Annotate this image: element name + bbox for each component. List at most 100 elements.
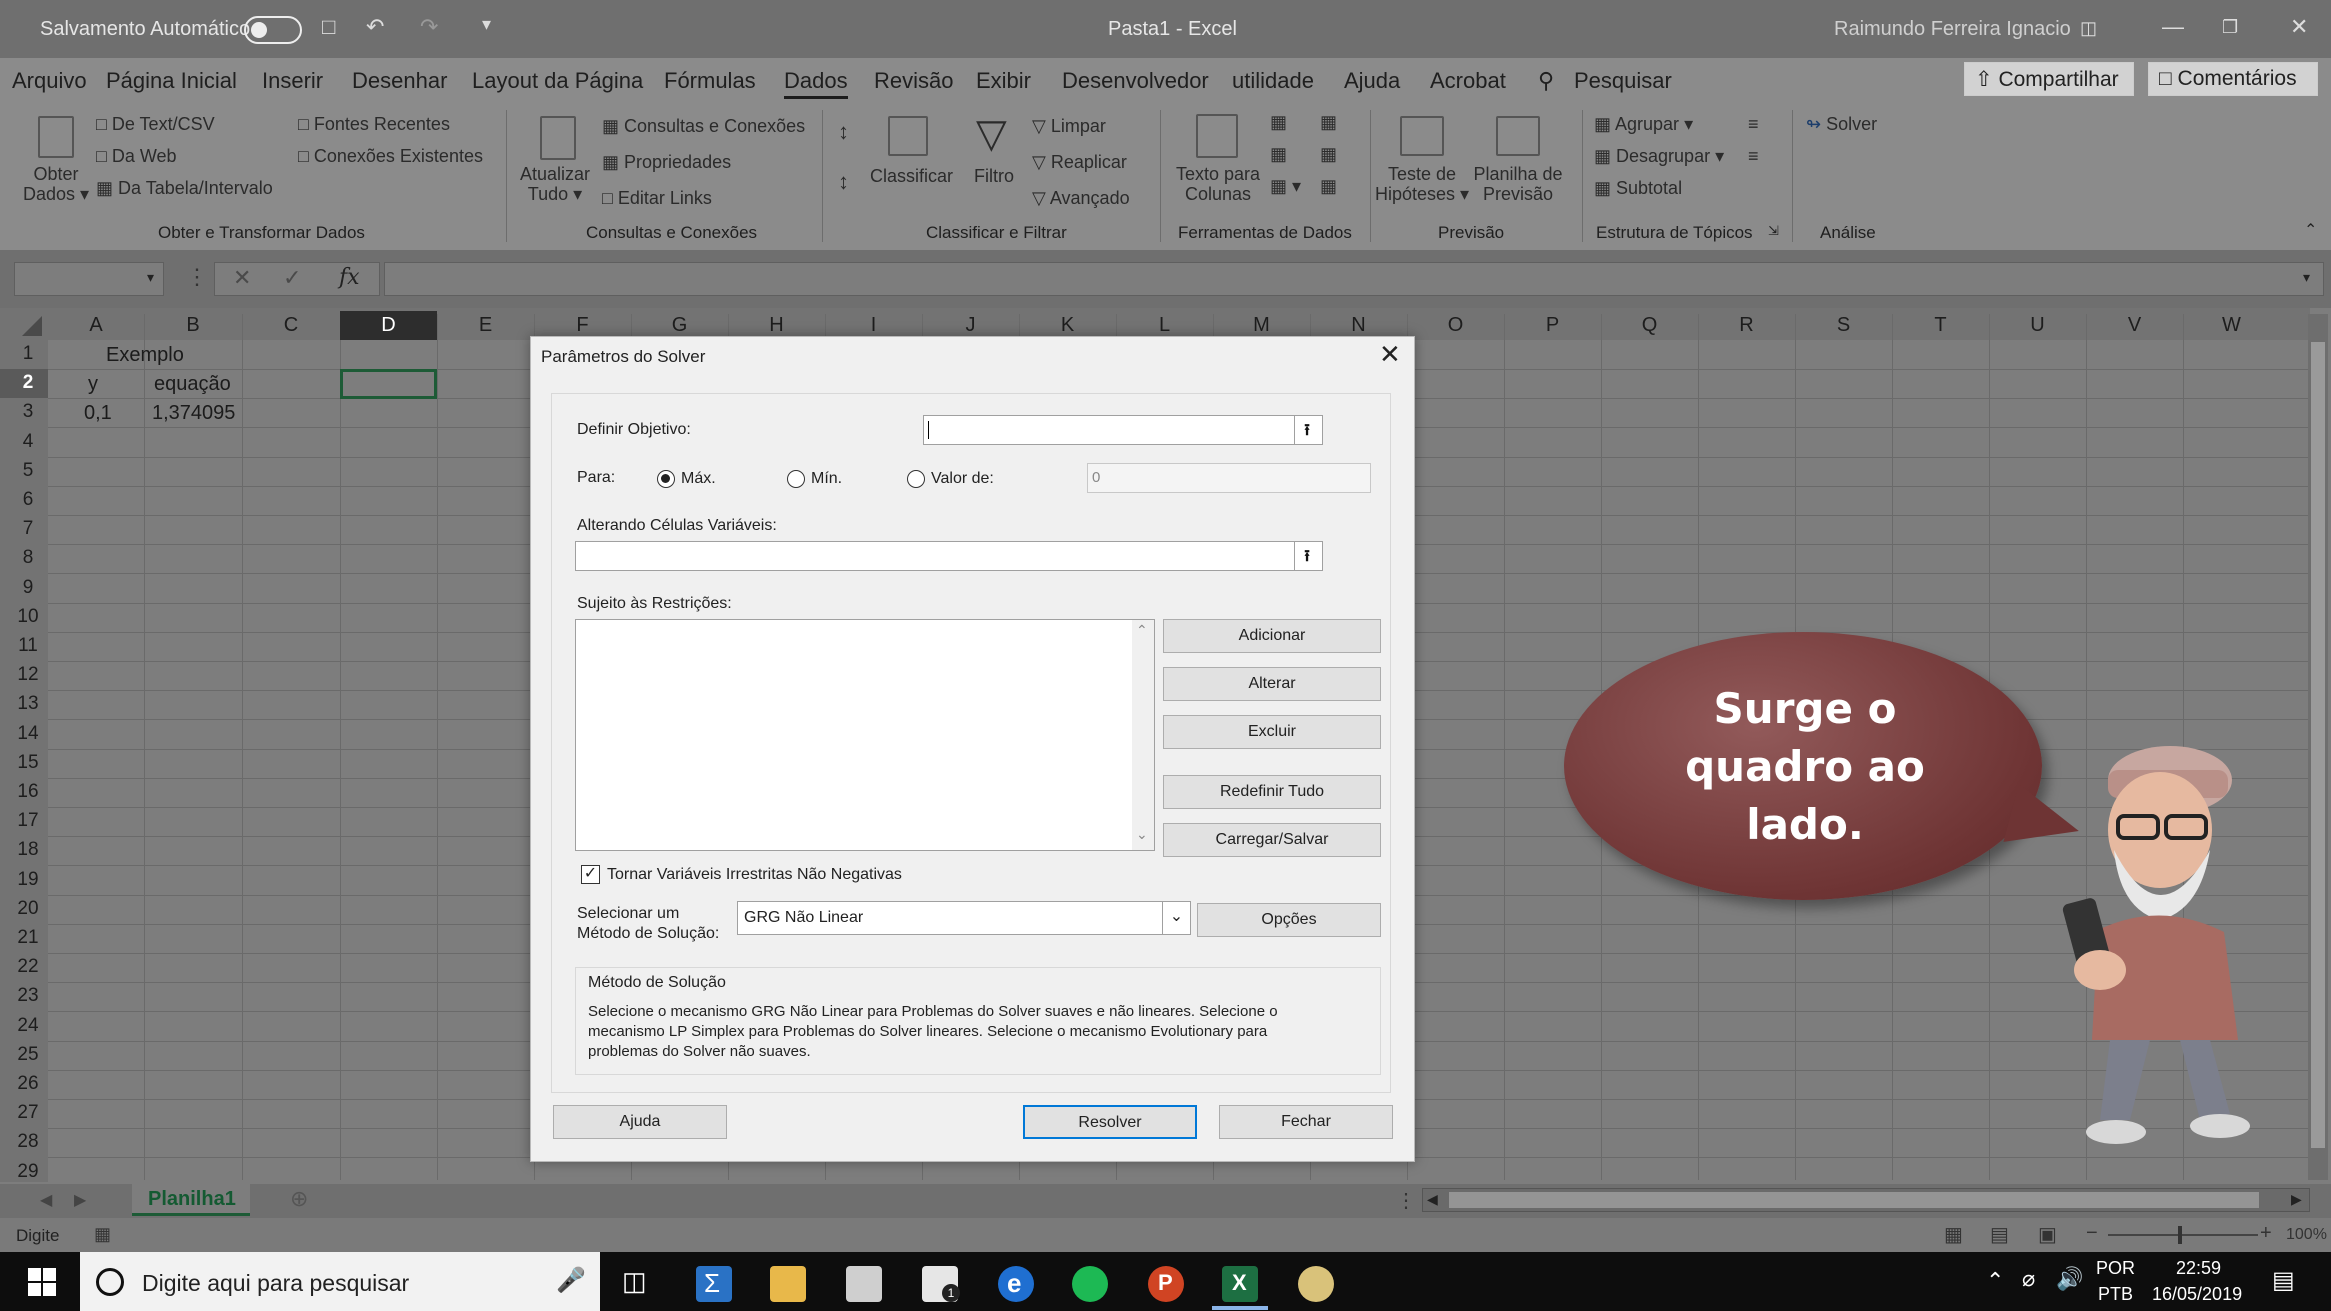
row-header-26[interactable]: 26 — [8, 1073, 48, 1095]
column-header-o[interactable]: O — [1407, 314, 1504, 340]
options-button[interactable]: Opções — [1197, 903, 1381, 937]
scroll-down-icon[interactable]: ⌄ — [1136, 826, 1148, 843]
row-header-21[interactable]: 21 — [8, 927, 48, 949]
existing-connections-button[interactable]: □ Conexões Existentes — [298, 146, 483, 166]
scroll-right-icon[interactable]: ▶ — [2291, 1191, 2302, 1208]
dialog-close-icon[interactable]: ✕ — [1379, 339, 1401, 370]
set-objective-input[interactable]: ⭱ — [923, 415, 1323, 445]
hide-detail-icon[interactable]: ≡ — [1748, 146, 1759, 166]
manage-data-model-icon[interactable]: ▦ — [1320, 176, 1337, 196]
row-header-4[interactable]: 4 — [8, 431, 48, 453]
sort-za-icon[interactable]: ↕ — [838, 171, 849, 193]
comments-button[interactable]: □ Comentários — [2148, 62, 2318, 96]
cell-B3[interactable]: 1,374095 — [152, 402, 235, 425]
share-button[interactable]: ⇧ Compartilhar — [1964, 62, 2134, 96]
tab-pagina-inicial[interactable]: Página Inicial — [106, 68, 237, 94]
row-header-19[interactable]: 19 — [8, 869, 48, 891]
page-layout-view-icon[interactable]: ▤ — [1990, 1222, 2009, 1247]
constraints-scrollbar[interactable]: ⌃ ⌄ — [1132, 620, 1154, 850]
normal-view-icon[interactable]: ▦ — [1944, 1222, 1963, 1247]
add-sheet-icon[interactable]: ⊕ — [290, 1186, 308, 1212]
subtotal-button[interactable]: ▦ Subtotal — [1594, 178, 1682, 198]
customize-qat-icon[interactable]: ▾ — [482, 14, 491, 35]
formula-input[interactable]: ▾ — [384, 262, 2324, 296]
delete-button[interactable]: Excluir — [1163, 715, 1381, 749]
row-header-9[interactable]: 9 — [8, 577, 48, 599]
tab-arquivo[interactable]: Arquivo — [12, 68, 87, 94]
file-explorer-icon[interactable] — [770, 1266, 806, 1302]
close-button[interactable]: Fechar — [1219, 1105, 1393, 1139]
row-header-10[interactable]: 10 — [8, 606, 48, 628]
cell-B2[interactable]: equação — [154, 373, 231, 396]
search-tell-me[interactable]: Pesquisar — [1574, 68, 1672, 94]
value-of-input[interactable]: 0 — [1087, 463, 1371, 493]
search-icon[interactable]: ⚲ — [1538, 68, 1554, 94]
insert-function-icon[interactable]: fx — [339, 265, 360, 290]
row-header-17[interactable]: 17 — [8, 810, 48, 832]
max-radio[interactable] — [657, 470, 675, 488]
row-header-12[interactable]: 12 — [8, 664, 48, 686]
scroll-up-icon[interactable]: ⌃ — [1136, 622, 1148, 639]
column-header-u[interactable]: U — [1989, 314, 2086, 340]
collapse-ribbon-icon[interactable]: ⌃ — [2304, 220, 2317, 240]
zoom-slider-thumb[interactable] — [2178, 1226, 2182, 1244]
sigma-app-icon[interactable]: Σ — [696, 1266, 732, 1302]
confirm-entry-icon[interactable]: ✓ — [283, 265, 301, 291]
column-header-e[interactable]: E — [437, 314, 534, 340]
tab-formulas[interactable]: Fórmulas — [664, 68, 756, 94]
column-header-v[interactable]: V — [2086, 314, 2183, 340]
active-cell-D2[interactable] — [340, 369, 437, 399]
horizontal-scrollbar[interactable]: ◀ ▶ — [1422, 1188, 2310, 1212]
from-text-csv-button[interactable]: □ De Text/CSV — [96, 114, 215, 134]
zoom-in-icon[interactable]: + — [2260, 1222, 2272, 1245]
method-select[interactable]: GRG Não Linear ⌄ — [737, 901, 1191, 935]
microphone-icon[interactable]: 🎤 — [556, 1266, 586, 1295]
row-header-20[interactable]: 20 — [8, 898, 48, 920]
sort-button[interactable]: Classificar — [870, 166, 953, 186]
group-button[interactable]: ▦ Agrupar ▾ — [1594, 114, 1693, 134]
windows-start-icon[interactable] — [28, 1268, 56, 1296]
row-header-16[interactable]: 16 — [8, 781, 48, 803]
reset-all-button[interactable]: Redefinir Tudo — [1163, 775, 1381, 809]
sort-az-icon[interactable]: ↕ — [838, 121, 849, 143]
prev-sheet-icon[interactable]: ◀ — [40, 1190, 52, 1210]
more-options-icon[interactable]: ⋮ — [186, 264, 208, 290]
what-if-button[interactable]: Teste de Hipóteses ▾ — [1374, 164, 1470, 204]
consolidate-icon[interactable]: ▦ — [1320, 112, 1337, 132]
show-detail-icon[interactable]: ≡ — [1748, 114, 1759, 134]
outline-dialog-launcher-icon[interactable]: ⇲ — [1768, 223, 1779, 239]
row-header-11[interactable]: 11 — [8, 635, 48, 657]
changing-cells-input[interactable]: ⭱ — [575, 541, 1323, 571]
recent-sources-button[interactable]: □ Fontes Recentes — [298, 114, 450, 134]
load-save-button[interactable]: Carregar/Salvar — [1163, 823, 1381, 857]
user-name[interactable]: Raimundo Ferreira Ignacio — [1834, 18, 2071, 41]
macro-record-icon[interactable]: ▦ — [94, 1224, 111, 1245]
task-view-icon[interactable]: ◫ — [622, 1266, 647, 1297]
tab-ajuda[interactable]: Ajuda — [1344, 68, 1400, 94]
cell-A1[interactable]: Exemplo — [106, 344, 184, 367]
row-header-28[interactable]: 28 — [8, 1131, 48, 1153]
zoom-slider[interactable] — [2108, 1226, 2258, 1244]
min-label[interactable]: Mín. — [811, 470, 842, 488]
row-header-18[interactable]: 18 — [8, 839, 48, 861]
tab-revisao[interactable]: Revisão — [874, 68, 953, 94]
page-break-view-icon[interactable]: ▣ — [2038, 1222, 2057, 1247]
column-header-a[interactable]: A — [48, 314, 144, 340]
sheet-tab-planilha1[interactable]: Planilha1 — [132, 1184, 250, 1216]
properties-button[interactable]: ▦ Propriedades — [602, 152, 731, 172]
from-web-button[interactable]: □ Da Web — [96, 146, 177, 166]
tab-split-icon[interactable]: ⋮ — [1396, 1188, 1416, 1213]
row-header-14[interactable]: 14 — [8, 723, 48, 745]
tab-utilidade[interactable]: utilidade — [1232, 68, 1314, 94]
get-data-button[interactable]: Obter Dados ▾ — [20, 164, 92, 204]
column-header-r[interactable]: R — [1698, 314, 1795, 340]
nonneg-label[interactable]: Tornar Variáveis Irrestritas Não Negativ… — [607, 866, 902, 884]
restore-icon[interactable]: ❐ — [2222, 17, 2238, 38]
selected-row-header[interactable]: 2 — [8, 372, 48, 394]
cancel-entry-icon[interactable]: ✕ — [233, 265, 251, 291]
horizontal-scroll-thumb[interactable] — [1449, 1192, 2259, 1208]
cell-A2[interactable]: y — [88, 373, 98, 396]
row-header-8[interactable]: 8 — [8, 547, 48, 569]
powerpoint-icon[interactable]: P — [1148, 1266, 1184, 1302]
autosave-toggle[interactable] — [244, 16, 302, 44]
